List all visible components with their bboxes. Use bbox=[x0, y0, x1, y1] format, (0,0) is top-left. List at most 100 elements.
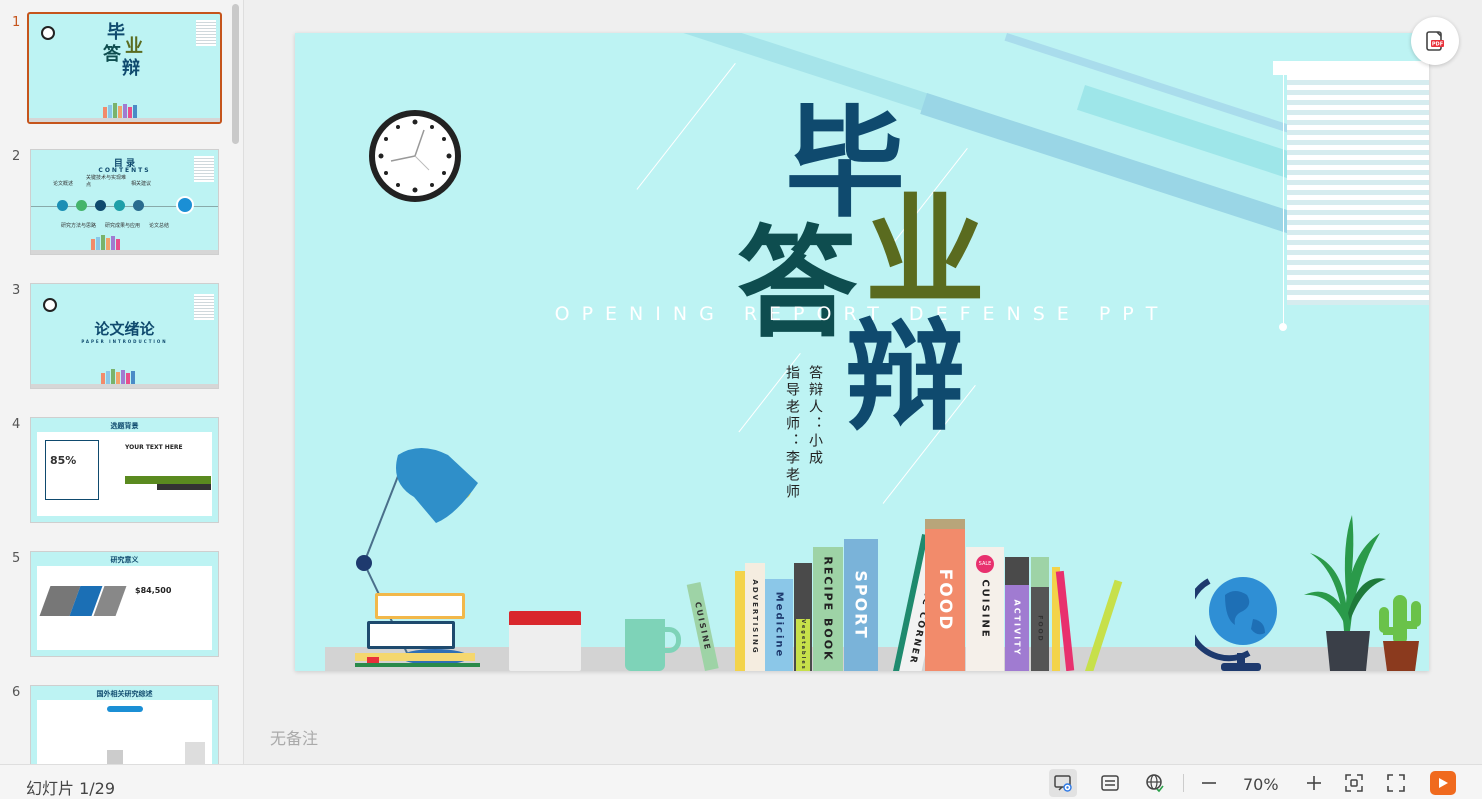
book-spine: FOOD bbox=[1031, 557, 1049, 671]
book-spine: FOOD bbox=[925, 519, 965, 671]
book-stack-image bbox=[375, 593, 465, 619]
thumb-item: 研究成果与应用 bbox=[105, 223, 141, 229]
thumbnail-preview[interactable]: 国外相关研究综述 bbox=[30, 685, 219, 764]
thumbnail-preview[interactable]: 研究意义 $84,500 bbox=[30, 551, 219, 657]
slide-canvas[interactable]: 毕 业 答 OPENING REPORT DEFENSE PPT 辩 答辩人：小… bbox=[295, 33, 1429, 671]
thumb-item: 论文总结 bbox=[149, 223, 170, 229]
thumbnail-number: 4 bbox=[12, 417, 21, 432]
thumb-content-card: 85% YOUR TEXT HERE bbox=[37, 432, 212, 516]
book-spine bbox=[735, 571, 745, 671]
window-blind-icon bbox=[196, 20, 216, 46]
slide-thumbnail-panel: 1 毕 业 答 辩 2 目 录 CONTENTS 论文概述 关键技术与实现难点 … bbox=[0, 0, 244, 764]
zoom-out-button[interactable] bbox=[1195, 769, 1223, 797]
fullscreen-button[interactable] bbox=[1382, 769, 1410, 797]
status-bar: 幻灯片 1/29 70% bbox=[0, 764, 1482, 799]
thumb-title: 研究意义 bbox=[110, 556, 139, 564]
book-stack-image bbox=[367, 621, 455, 649]
title-char-ye: 业 bbox=[865, 183, 985, 322]
window-blind-bar bbox=[1273, 61, 1429, 75]
thumb-content-card: $84,500 bbox=[37, 566, 212, 650]
plus-icon bbox=[1307, 776, 1321, 790]
thumbnail-number: 1 bbox=[12, 15, 21, 30]
thumbnail-number: 3 bbox=[12, 283, 21, 298]
thumb-shelf bbox=[31, 250, 218, 254]
zoom-level[interactable]: 70% bbox=[1243, 775, 1279, 794]
book-spine: ACTIVITY bbox=[1005, 557, 1029, 671]
window-blind-icon bbox=[1287, 75, 1429, 305]
thumbnail-number: 6 bbox=[12, 685, 21, 700]
speaker-notes-placeholder[interactable]: 无备注 bbox=[270, 725, 318, 749]
thumbnail-1[interactable]: 1 毕 业 答 辩 bbox=[0, 12, 232, 127]
svg-text:PDF: PDF bbox=[1432, 42, 1443, 48]
reading-view-icon bbox=[1054, 775, 1072, 792]
book-spine: Vegetables bbox=[796, 619, 810, 671]
play-icon bbox=[1439, 778, 1448, 788]
thumb-subtitle: CONTENTS bbox=[98, 167, 151, 174]
thumb-books-image bbox=[91, 235, 120, 251]
thumb-heading: YOUR TEXT HERE bbox=[125, 444, 183, 451]
thumb-title: 国外相关研究综述 bbox=[96, 690, 153, 698]
thumb-item: 关键技术与实现难点 bbox=[86, 175, 127, 188]
thumbnail-number: 2 bbox=[12, 149, 21, 164]
advisor-text: 指导老师：李老师 bbox=[784, 365, 800, 501]
zoom-in-button[interactable] bbox=[1300, 769, 1328, 797]
thumb-item: 研究方法与思路 bbox=[61, 223, 97, 229]
thumbnail-preview[interactable]: 毕 业 答 辩 bbox=[27, 12, 222, 124]
thumb-books-image bbox=[103, 103, 137, 119]
decor-line bbox=[636, 63, 736, 190]
window-blind-icon bbox=[194, 294, 214, 320]
notes-toggle-button[interactable] bbox=[1096, 769, 1124, 797]
thumb-percent: 85% bbox=[50, 454, 77, 467]
globe-check-icon bbox=[1146, 774, 1164, 793]
thumb-item: 论文概述 bbox=[53, 181, 74, 187]
thumb-title-char: 毕 bbox=[107, 22, 125, 43]
thumbnail-preview[interactable]: 目 录 CONTENTS 论文概述 关键技术与实现难点 相关建议 研究方法与思路… bbox=[30, 149, 219, 255]
book-spine: RECIPE BOOK bbox=[813, 547, 843, 671]
presenter-text: 答辩人：小成 bbox=[807, 365, 823, 467]
thumbnail-preview[interactable]: 选题背景 85% YOUR TEXT HERE bbox=[30, 417, 219, 523]
coffee-mug-icon bbox=[625, 619, 665, 671]
sale-badge: SALE bbox=[976, 555, 994, 573]
thumb-subtitle: PAPER INTRODUCTION bbox=[81, 339, 168, 344]
clock-icon bbox=[41, 26, 55, 40]
book-spine: ADVERTISING bbox=[745, 563, 765, 671]
book-stack-image bbox=[355, 663, 480, 667]
slide-counter: 幻灯片 1/29 bbox=[26, 779, 116, 798]
reading-view-button[interactable] bbox=[1049, 769, 1077, 797]
fit-window-icon bbox=[1345, 774, 1363, 792]
thumbnail-number: 5 bbox=[12, 551, 21, 566]
clock-icon bbox=[369, 110, 461, 202]
thumb-item: 相关建议 bbox=[131, 181, 152, 187]
thumb-title-char: 答 bbox=[103, 44, 121, 65]
fullscreen-icon bbox=[1387, 774, 1405, 792]
export-pdf-button[interactable]: PDF bbox=[1411, 17, 1459, 65]
thumb-title-char: 业 bbox=[125, 36, 143, 57]
title-char-da: 答 bbox=[737, 215, 857, 354]
thumb-shelf bbox=[31, 384, 218, 388]
fit-to-window-button[interactable] bbox=[1340, 769, 1368, 797]
book-spine: Medicine bbox=[765, 579, 793, 671]
thumb-title: 论文绪论 bbox=[94, 320, 155, 338]
minus-icon bbox=[1202, 782, 1216, 784]
thumb-title: 选题背景 bbox=[110, 422, 139, 430]
thumbnail-preview[interactable]: 论文绪论 PAPER INTRODUCTION bbox=[30, 283, 219, 389]
book-spine: SPORT bbox=[844, 539, 878, 671]
thumb-title-char: 辩 bbox=[122, 58, 140, 79]
cactus-icon bbox=[1379, 595, 1421, 671]
notes-icon bbox=[1101, 775, 1119, 791]
thumbnail-4[interactable]: 4 选题背景 85% YOUR TEXT HERE bbox=[0, 417, 232, 529]
calendar-icon bbox=[509, 611, 581, 671]
language-button[interactable] bbox=[1141, 769, 1169, 797]
thumbnail-2[interactable]: 2 目 录 CONTENTS 论文概述 关键技术与实现难点 相关建议 研究方法与… bbox=[0, 149, 232, 261]
thumbnail-3[interactable]: 3 论文绪论 PAPER INTRODUCTION bbox=[0, 283, 232, 395]
thumbnail-6[interactable]: 6 国外相关研究综述 bbox=[0, 685, 232, 764]
thumbnail-5[interactable]: 5 研究意义 $84,500 bbox=[0, 551, 232, 663]
clock-icon bbox=[43, 298, 57, 312]
thumb-books-image bbox=[101, 369, 135, 385]
slideshow-play-button[interactable] bbox=[1430, 771, 1456, 795]
thumb-amount: $84,500 bbox=[135, 586, 172, 595]
thumb-shelf bbox=[29, 118, 220, 122]
globe-icon bbox=[1195, 577, 1277, 671]
thumbnail-scrollbar[interactable] bbox=[232, 4, 239, 144]
thumb-content-card bbox=[37, 700, 212, 764]
